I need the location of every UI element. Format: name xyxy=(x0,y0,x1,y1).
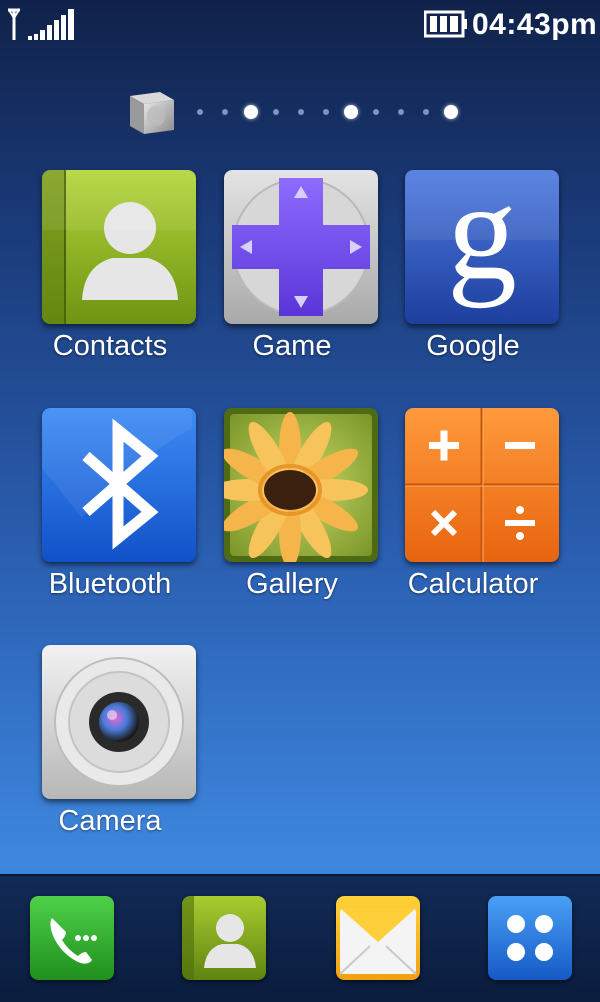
app-label: Google xyxy=(426,330,520,362)
apps-menu-icon[interactable] xyxy=(488,896,572,980)
game-dpad-icon xyxy=(224,170,378,324)
clock: 04:43pm xyxy=(472,8,598,41)
app-label: Gallery xyxy=(246,568,338,600)
app-google[interactable]: g Google xyxy=(383,170,563,380)
app-label: Bluetooth xyxy=(48,568,172,600)
bluetooth-icon xyxy=(42,408,196,562)
google-icon: g xyxy=(405,170,559,324)
app-bluetooth[interactable]: Bluetooth xyxy=(20,408,200,618)
page-dot[interactable] xyxy=(398,109,404,115)
phone-icon[interactable] xyxy=(30,896,114,980)
page-dot[interactable] xyxy=(423,109,429,115)
dock xyxy=(0,874,600,1002)
contacts-icon[interactable] xyxy=(182,896,266,980)
page-dot[interactable] xyxy=(222,109,228,115)
page-dot[interactable] xyxy=(273,109,279,115)
page-dot-active[interactable] xyxy=(344,105,358,119)
page-dot[interactable] xyxy=(197,109,203,115)
cube-icon[interactable] xyxy=(126,86,178,138)
messages-envelope-icon[interactable] xyxy=(336,896,420,980)
battery-full-icon xyxy=(424,10,467,38)
page-indicator[interactable] xyxy=(0,78,600,138)
page-dot-active[interactable] xyxy=(244,105,258,119)
gallery-flower-icon xyxy=(224,408,378,562)
page-dot[interactable] xyxy=(373,109,379,115)
app-contacts[interactable]: Contacts xyxy=(20,170,200,380)
signal-bars-icon xyxy=(8,8,74,40)
page-dot[interactable] xyxy=(298,109,304,115)
status-bar: 04:43pm xyxy=(0,0,600,50)
app-game[interactable]: Game xyxy=(202,170,382,380)
app-gallery[interactable]: Gallery xyxy=(202,408,382,618)
page-dot-active[interactable] xyxy=(444,105,458,119)
calculator-icon xyxy=(405,408,559,562)
app-label: Contacts xyxy=(52,330,168,362)
app-label: Game xyxy=(252,330,332,362)
contacts-icon xyxy=(42,170,196,324)
app-label: Camera xyxy=(58,805,162,837)
app-camera[interactable]: Camera xyxy=(20,645,200,855)
camera-icon xyxy=(42,645,196,799)
app-label: Calculator xyxy=(407,568,539,600)
app-calculator[interactable]: Calculator xyxy=(383,408,563,618)
page-dot[interactable] xyxy=(323,109,329,115)
